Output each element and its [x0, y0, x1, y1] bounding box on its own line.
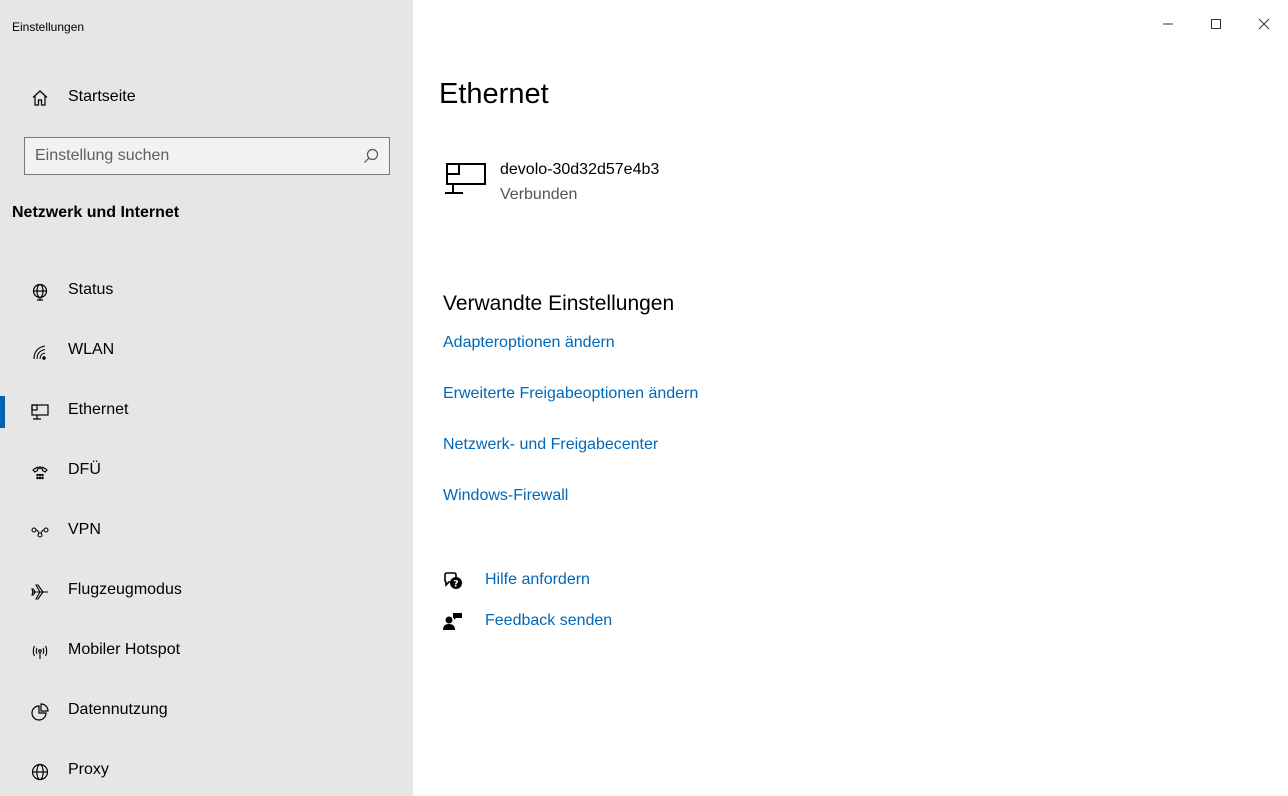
sidebar-item-label: DFÜ	[68, 461, 101, 478]
ethernet-icon	[443, 162, 487, 196]
globe-icon	[31, 763, 49, 781]
sidebar-item-ethernet[interactable]: Ethernet	[0, 382, 413, 442]
search-input[interactable]	[35, 138, 345, 174]
search-icon[interactable]	[363, 148, 379, 164]
globe-status-icon	[31, 283, 49, 301]
sidebar-item-vpn[interactable]: VPN	[0, 502, 413, 562]
airplane-icon	[31, 583, 49, 601]
sidebar-item-label: WLAN	[68, 341, 115, 358]
advanced-sharing-link[interactable]: Erweiterte Freigabeoptionen ändern	[443, 385, 698, 403]
close-button[interactable]	[1240, 0, 1288, 52]
nav-list: Status WLAN Ethernet DFÜ VPN Flugzeugmod…	[0, 262, 413, 796]
sidebar-item-label: Flugzeugmodus	[68, 581, 182, 598]
minimize-icon	[1162, 17, 1174, 35]
feedback-link[interactable]: Feedback senden	[443, 610, 743, 634]
window-controls	[1144, 0, 1288, 52]
ethernet-icon	[31, 403, 49, 421]
maximize-button[interactable]	[1192, 0, 1240, 52]
sidebar-item-wlan[interactable]: WLAN	[0, 322, 413, 382]
network-status: Verbunden	[500, 186, 578, 203]
sidebar-item-status[interactable]: Status	[0, 262, 413, 322]
app-title: Einstellungen	[12, 20, 85, 34]
sidebar-item-label: Mobiler Hotspot	[68, 641, 181, 658]
sidebar-item-proxy[interactable]: Proxy	[0, 742, 413, 796]
network-sharing-center-link[interactable]: Netzwerk- und Freigabecenter	[443, 436, 658, 454]
sidebar-item-airplane-mode[interactable]: Flugzeugmodus	[0, 562, 413, 622]
home-label: Startseite	[68, 88, 136, 105]
main-content: Ethernet devolo-30d32d57e4b3 Verbunden V…	[413, 0, 1288, 796]
sidebar-item-label: Status	[68, 281, 114, 298]
sidebar-item-dfu[interactable]: DFÜ	[0, 442, 413, 502]
vpn-icon	[31, 523, 49, 541]
settings-window: Einstellungen Startseite Netzwerk und In…	[0, 0, 1288, 796]
help-chat-icon: ?	[443, 571, 463, 591]
data-usage-icon	[31, 703, 49, 721]
maximize-icon	[1210, 17, 1222, 35]
search-box[interactable]	[24, 137, 390, 175]
dialup-icon	[31, 463, 49, 481]
home-icon	[31, 89, 49, 107]
windows-firewall-link[interactable]: Windows-Firewall	[443, 487, 568, 505]
sidebar-item-label: Proxy	[68, 761, 109, 778]
adapter-options-link[interactable]: Adapteroptionen ändern	[443, 334, 615, 352]
minimize-button[interactable]	[1144, 0, 1192, 52]
related-settings-heading: Verwandte Einstellungen	[443, 292, 675, 315]
home-nav-item[interactable]: Startseite	[0, 80, 413, 116]
wifi-icon	[31, 343, 49, 361]
sidebar-item-label: VPN	[68, 521, 101, 538]
get-help-link[interactable]: ? Hilfe anfordern	[443, 569, 743, 593]
get-help-label: Hilfe anfordern	[485, 571, 590, 588]
feedback-icon	[443, 612, 463, 632]
sidebar-item-label: Ethernet	[68, 401, 129, 418]
svg-text:?: ?	[453, 580, 458, 590]
section-heading: Netzwerk und Internet	[12, 204, 180, 221]
hotspot-icon	[31, 643, 49, 661]
feedback-label: Feedback senden	[485, 612, 613, 629]
network-connection-item[interactable]: devolo-30d32d57e4b3 Verbunden	[443, 158, 943, 208]
close-icon	[1258, 17, 1270, 35]
sidebar-item-mobile-hotspot[interactable]: Mobiler Hotspot	[0, 622, 413, 682]
sidebar-item-data-usage[interactable]: Datennutzung	[0, 682, 413, 742]
network-name: devolo-30d32d57e4b3	[500, 161, 660, 178]
sidebar: Einstellungen Startseite Netzwerk und In…	[0, 0, 413, 796]
page-title: Ethernet	[439, 78, 549, 110]
sidebar-item-label: Datennutzung	[68, 701, 168, 718]
